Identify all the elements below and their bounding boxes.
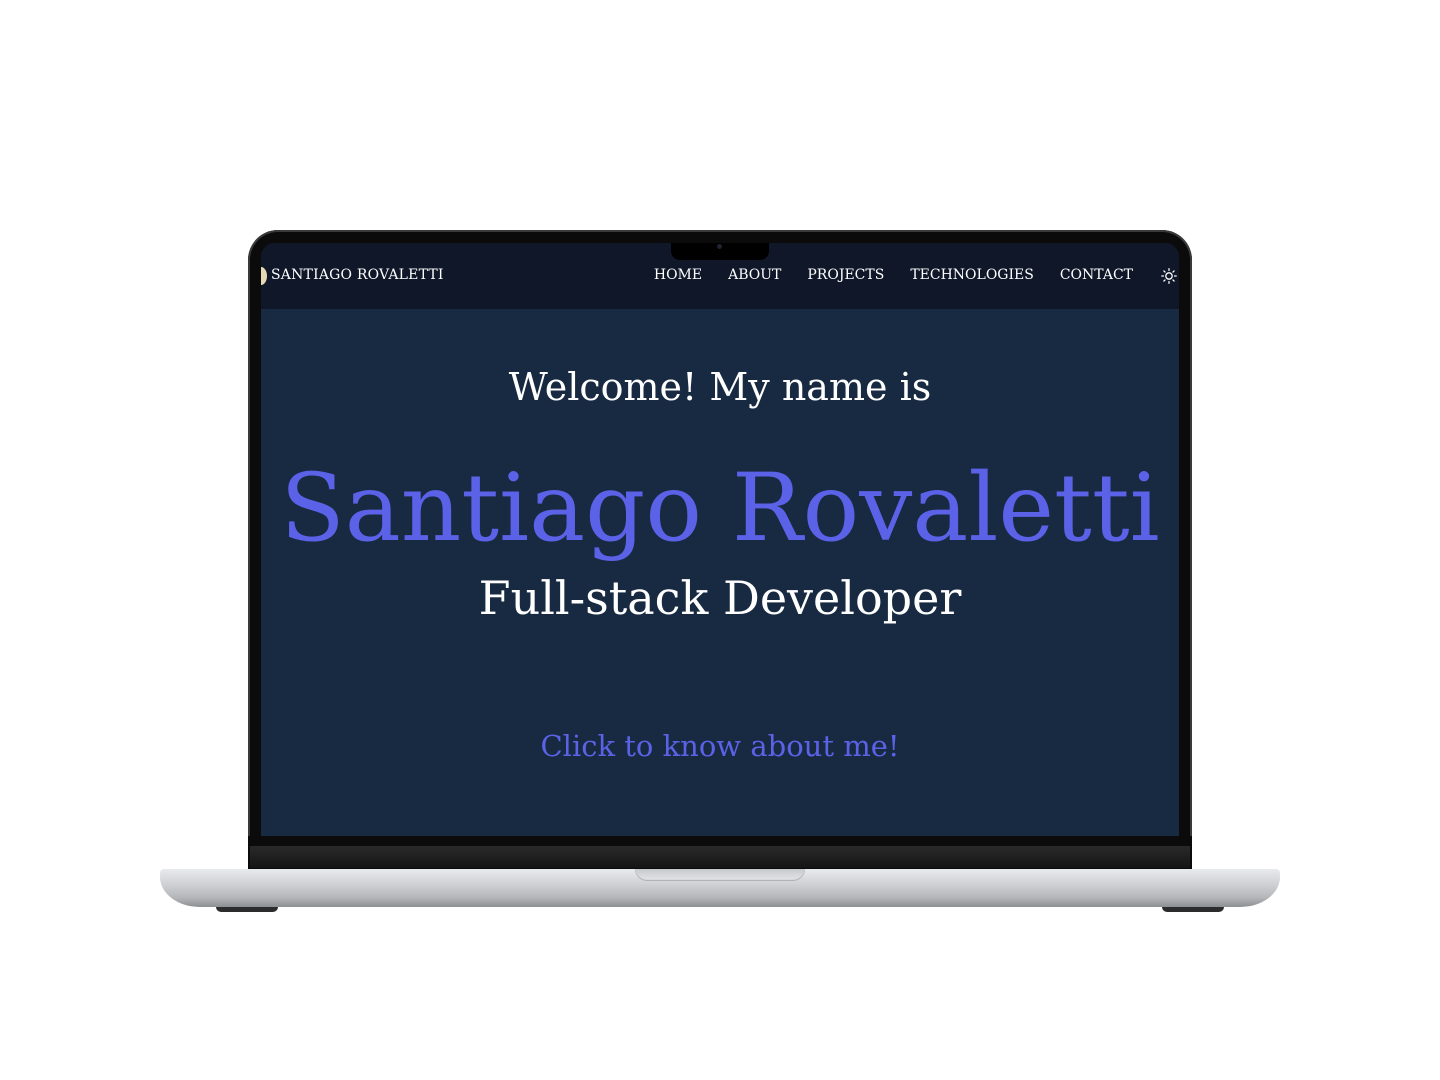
laptop-foot-left	[216, 907, 278, 912]
sun-icon	[1161, 268, 1177, 284]
hero-greeting: Welcome! My name is	[508, 365, 932, 409]
theme-toggle-button[interactable]	[1161, 268, 1177, 284]
brand-logo[interactable]	[261, 267, 267, 285]
laptop-foot-right	[1162, 907, 1224, 912]
nav-links: HOME ABOUT PROJECTS TECHNOLOGIES CONTACT	[654, 267, 1133, 283]
laptop-base-notch	[635, 869, 805, 881]
nav-link-home[interactable]: HOME	[654, 267, 702, 283]
brand-name[interactable]: SANTIAGO ROVALETTI	[271, 267, 444, 283]
hero-name: Santiago Rovaletti	[280, 454, 1160, 563]
nav-link-projects[interactable]: PROJECTS	[807, 267, 884, 283]
laptop-screen: SANTIAGO ROVALETTI HOME ABOUT PROJECTS T…	[261, 243, 1179, 836]
hero-role: Full-stack Developer	[478, 571, 962, 625]
nav-link-about[interactable]: ABOUT	[728, 267, 781, 283]
webcam	[717, 244, 722, 249]
nav-link-contact[interactable]: CONTACT	[1060, 267, 1133, 283]
about-me-link[interactable]: Click to know about me!	[261, 729, 1179, 763]
nav-link-technologies[interactable]: TECHNOLOGIES	[910, 267, 1034, 283]
laptop-hinge	[250, 846, 1190, 868]
